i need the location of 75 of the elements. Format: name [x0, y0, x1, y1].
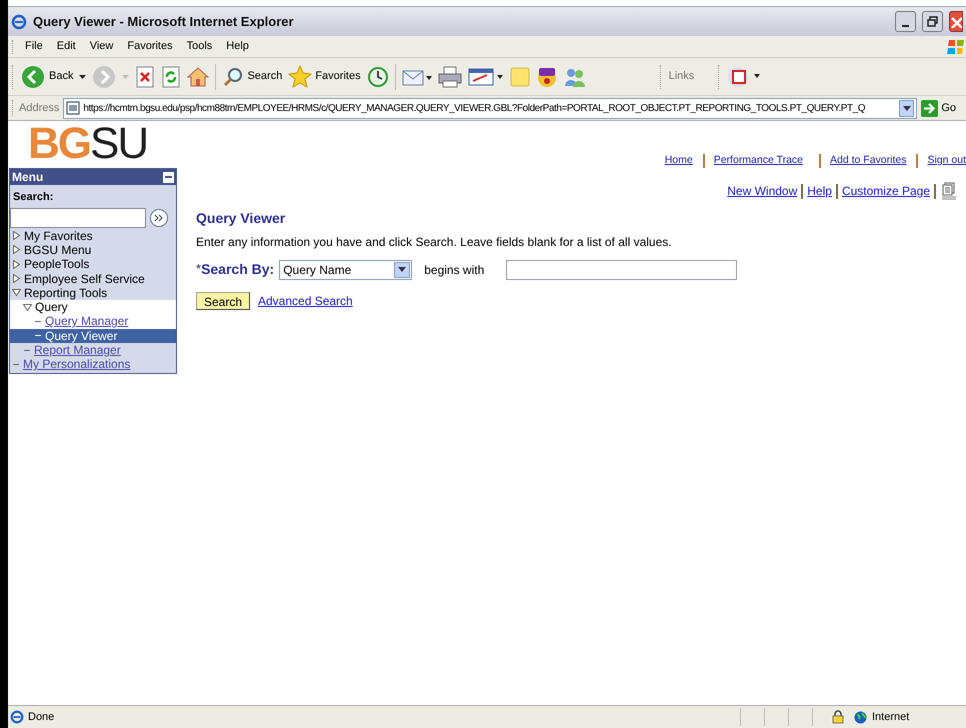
address-label: Address	[19, 100, 60, 116]
globe-icon	[854, 710, 867, 724]
stop-icon[interactable]	[135, 66, 156, 88]
windows-flag-icon	[946, 38, 966, 56]
menu-tree-item[interactable]: My Favorites	[24, 228, 93, 243]
collapse-button[interactable]	[163, 172, 174, 182]
browser-logo-icon	[11, 14, 27, 30]
home-icon[interactable]	[187, 66, 210, 88]
lock-icon	[832, 710, 844, 724]
menu-tree-item[interactable]: Query	[35, 300, 68, 314]
search-label: Search:	[12, 190, 54, 205]
http-document-icon[interactable]	[940, 182, 958, 200]
search-by-dropdown[interactable]: Query Name	[279, 260, 412, 280]
menu-item[interactable]: Edit	[50, 38, 82, 55]
menu-tree-item[interactable]: Report Manager	[34, 343, 121, 358]
links-label[interactable]: Links	[668, 68, 694, 85]
instructions-text: Enter any information you have and click Search. Leave fields blank for a list of all values.	[196, 234, 673, 251]
menu-tree-item[interactable]: My Personalizations	[23, 357, 130, 372]
required-mark: *	[196, 260, 202, 278]
refresh-icon[interactable]	[161, 66, 182, 88]
header-link[interactable]: Add to Favorites	[827, 153, 906, 169]
search-by-label: Search By:	[201, 260, 274, 279]
collapsed-triangle-icon[interactable]	[12, 260, 21, 269]
double-chevron-icon	[154, 214, 164, 222]
menu-item[interactable]: Favorites	[121, 38, 179, 55]
browser-logo-icon	[10, 710, 24, 724]
printer-icon[interactable]	[438, 66, 462, 88]
restore-icon	[927, 16, 938, 27]
back-button[interactable]: Back	[21, 64, 74, 88]
search-icon	[222, 66, 244, 88]
go-button[interactable]: Go	[921, 100, 962, 116]
search-value-field[interactable]	[506, 260, 738, 280]
menu-tree-item[interactable]: BGSU Menu	[24, 242, 92, 257]
menu-item[interactable]: Tools	[180, 38, 218, 55]
menu-item[interactable]: Help	[220, 38, 255, 55]
header-link[interactable]: Performance Trace	[710, 153, 804, 169]
address-field[interactable]: https://hcmtrn.bgsu.edu/psp/hcm88trn/EMPLOYEE/HRMS/c/QUERY_MANAGER.QUERY_VIEWER.GBL?FolderPath=PORTAL_ROOT_OBJECT.PT_REPORTING_TOOLS.PT_QUERY.PT_Q	[63, 98, 918, 118]
collapsed-triangle-icon[interactable]	[12, 245, 21, 254]
logo-text: BG	[28, 124, 90, 164]
menu-tree-item[interactable]: Employee Self Service	[24, 272, 145, 286]
collapsed-triangle-icon[interactable]	[12, 231, 21, 240]
dropdown-arrow-icon[interactable]	[79, 74, 86, 78]
expanded-triangle-icon[interactable]	[12, 288, 21, 298]
menu-tree-item[interactable]: Reporting Tools	[24, 286, 108, 300]
menu-item[interactable]: View	[84, 38, 120, 55]
minimize-button[interactable]	[895, 11, 916, 32]
menu-title: Menu	[12, 169, 44, 186]
collapsed-triangle-icon[interactable]	[12, 274, 21, 284]
advanced-search-link[interactable]: Advanced Search	[258, 292, 353, 310]
search-go-button[interactable]	[150, 208, 168, 226]
search-button[interactable]: Search	[196, 292, 250, 310]
page-link[interactable]: Help	[807, 182, 832, 200]
operator-label: begins with	[424, 262, 484, 278]
menu-tree-item[interactable]: PeopleTools	[24, 257, 90, 272]
page-title: Query Viewer	[196, 209, 286, 228]
status-text: Done	[28, 710, 56, 725]
logo-text: SU	[90, 124, 148, 164]
close-button[interactable]	[949, 11, 963, 32]
restore-button[interactable]	[922, 11, 943, 32]
menu-search-field[interactable]	[10, 208, 146, 228]
security-zone-text: Internet	[872, 710, 910, 725]
header-link[interactable]: Home	[662, 153, 693, 169]
star-icon	[288, 64, 312, 88]
menu-item[interactable]: File	[19, 38, 49, 55]
search-button[interactable]: Search	[222, 66, 282, 88]
history-icon[interactable]	[366, 66, 389, 88]
header-link[interactable]: Sign out	[924, 153, 966, 169]
expanded-triangle-icon[interactable]	[23, 302, 32, 312]
favorites-button[interactable]: Favorites	[288, 64, 361, 88]
edit-page-icon[interactable]	[468, 66, 504, 86]
window-title: Query Viewer - Microsoft Internet Explorer	[33, 12, 294, 31]
dropdown-arrow-icon	[398, 267, 406, 272]
page-icon	[66, 101, 80, 115]
page-link[interactable]: Customize Page	[842, 182, 930, 200]
page-link[interactable]: New Window	[727, 182, 798, 200]
